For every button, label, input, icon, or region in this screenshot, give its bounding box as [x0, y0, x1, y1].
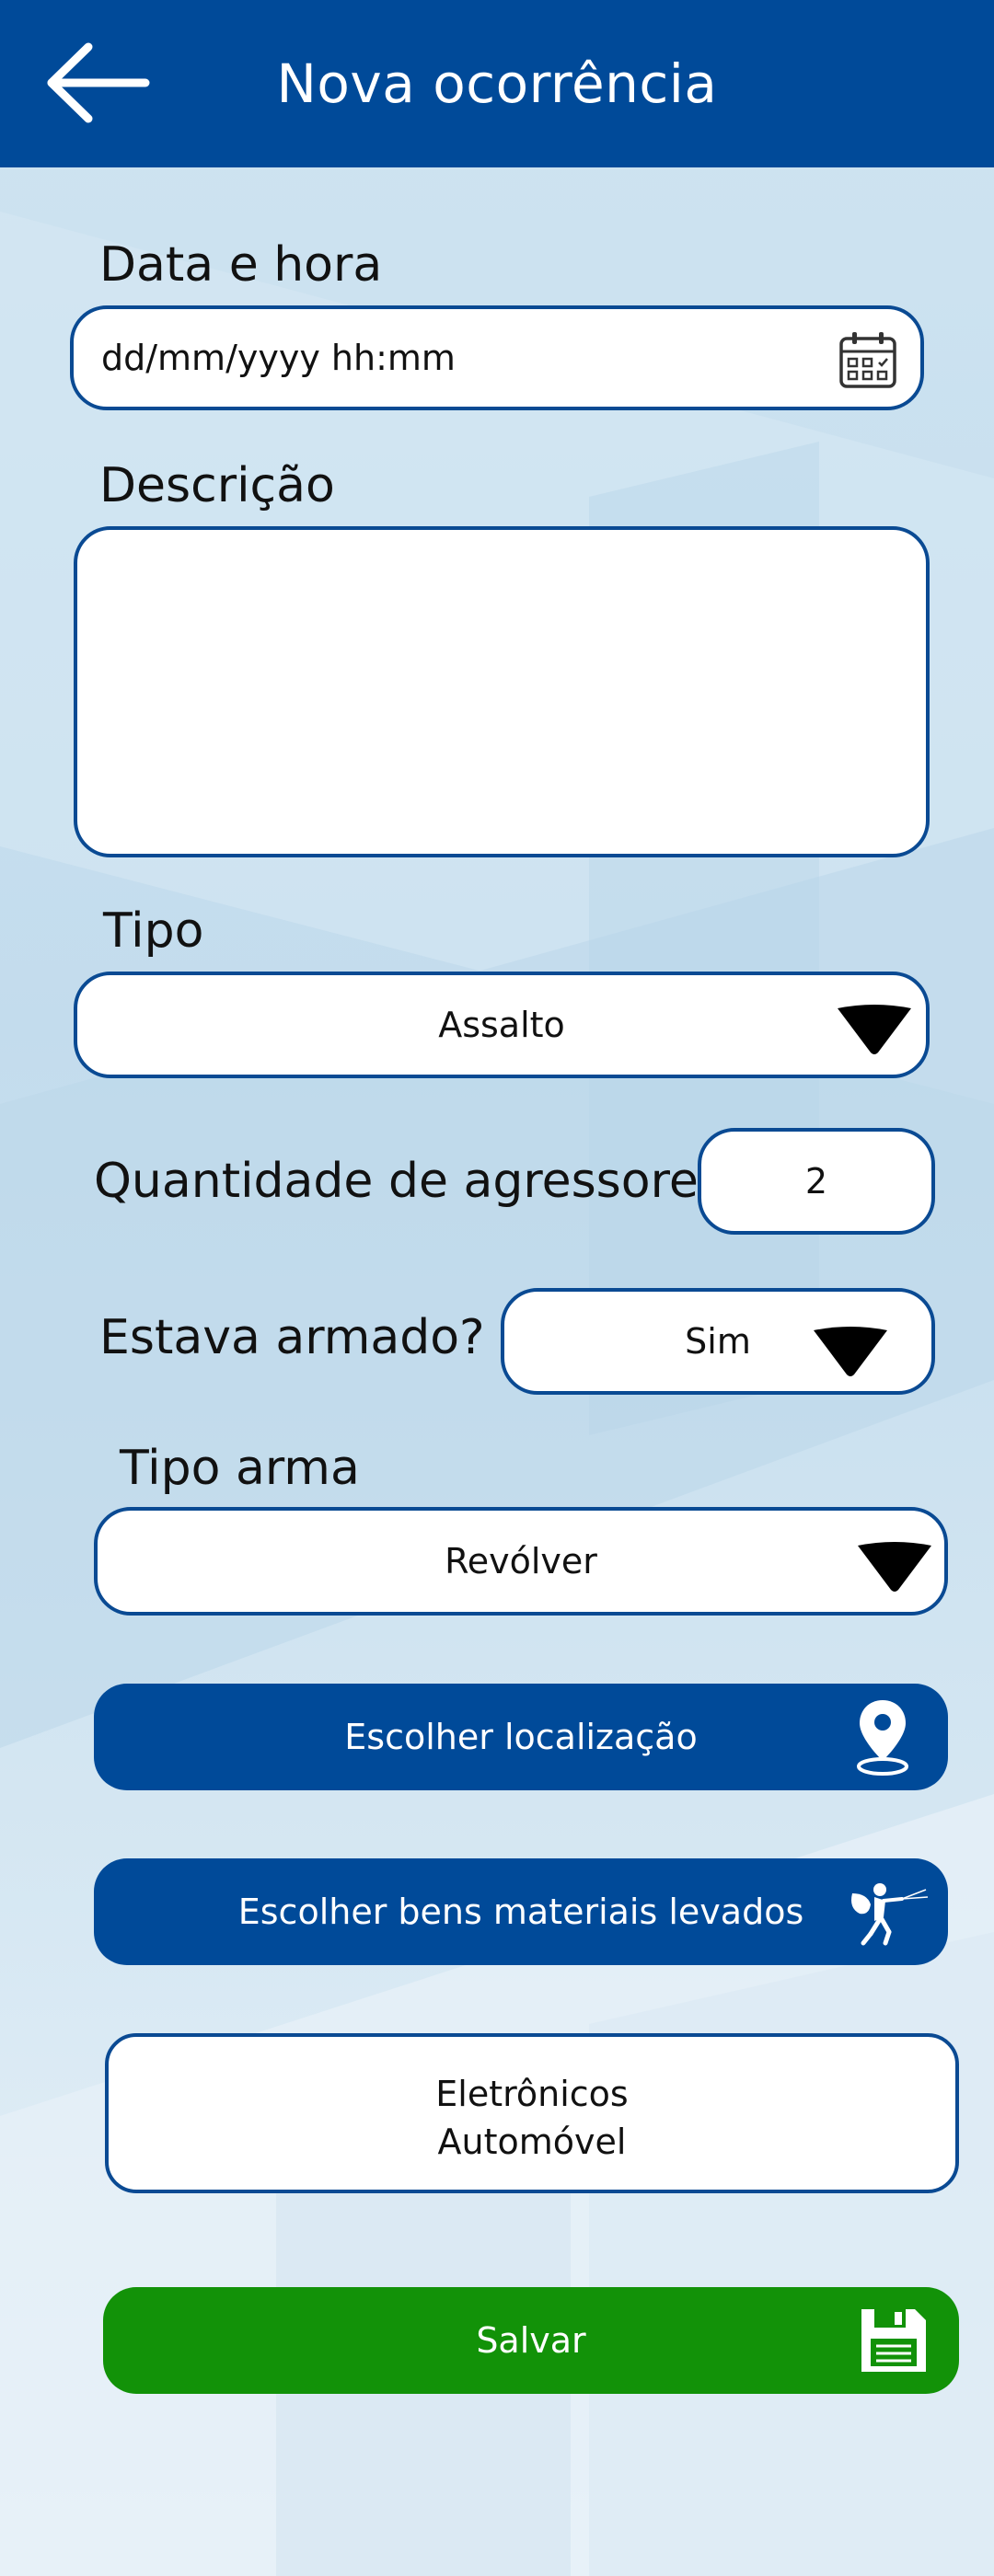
- chevron-down-icon: [814, 1327, 887, 1376]
- datetime-field[interactable]: dd/mm/yyyy hh:mm: [70, 305, 924, 410]
- description-textarea[interactable]: [74, 526, 930, 857]
- save-label: Salvar: [476, 2320, 586, 2361]
- datetime-placeholder: dd/mm/yyyy hh:mm: [101, 338, 456, 378]
- weapon-type-label: Tipo arma: [120, 1441, 360, 1496]
- armed-label: Estava armado?: [99, 1310, 485, 1365]
- type-select[interactable]: Assalto: [74, 972, 930, 1078]
- type-selected-value: Assalto: [438, 1005, 565, 1045]
- type-label: Tipo: [103, 903, 204, 959]
- armed-select[interactable]: Sim: [501, 1288, 935, 1395]
- aggressors-quantity-input[interactable]: 2: [698, 1128, 935, 1235]
- choose-stolen-goods-button[interactable]: Escolher bens materiais levados: [94, 1858, 948, 1965]
- selected-goods-item: Automóvel: [437, 2122, 627, 2162]
- aggressors-label: Quantidade de agressores: [94, 1154, 723, 1209]
- chevron-down-icon: [858, 1542, 931, 1592]
- weapon-type-selected-value: Revólver: [445, 1541, 597, 1581]
- choose-stolen-goods-label: Escolher bens materiais levados: [237, 1892, 804, 1932]
- chevron-down-icon: [838, 1005, 911, 1054]
- aggressors-value: 2: [804, 1161, 828, 1202]
- save-button[interactable]: Salvar: [103, 2287, 959, 2394]
- page-title: Nova ocorrência: [276, 52, 718, 115]
- choose-location-button[interactable]: Escolher localização: [94, 1684, 948, 1790]
- weapon-type-select[interactable]: Revólver: [94, 1507, 948, 1616]
- app-bar: Nova ocorrência: [0, 0, 994, 167]
- selected-goods-list: Eletrônicos Automóvel: [105, 2033, 959, 2193]
- thief-icon: [851, 1883, 929, 1946]
- selected-goods-item: Eletrônicos: [435, 2074, 629, 2114]
- datetime-label: Data e hora: [99, 237, 383, 293]
- calendar-icon[interactable]: [838, 329, 898, 390]
- description-label: Descrição: [99, 458, 335, 513]
- choose-location-label: Escolher localização: [344, 1717, 698, 1757]
- floppy-disk-icon: [861, 2309, 926, 2372]
- map-pin-icon: [857, 1700, 908, 1776]
